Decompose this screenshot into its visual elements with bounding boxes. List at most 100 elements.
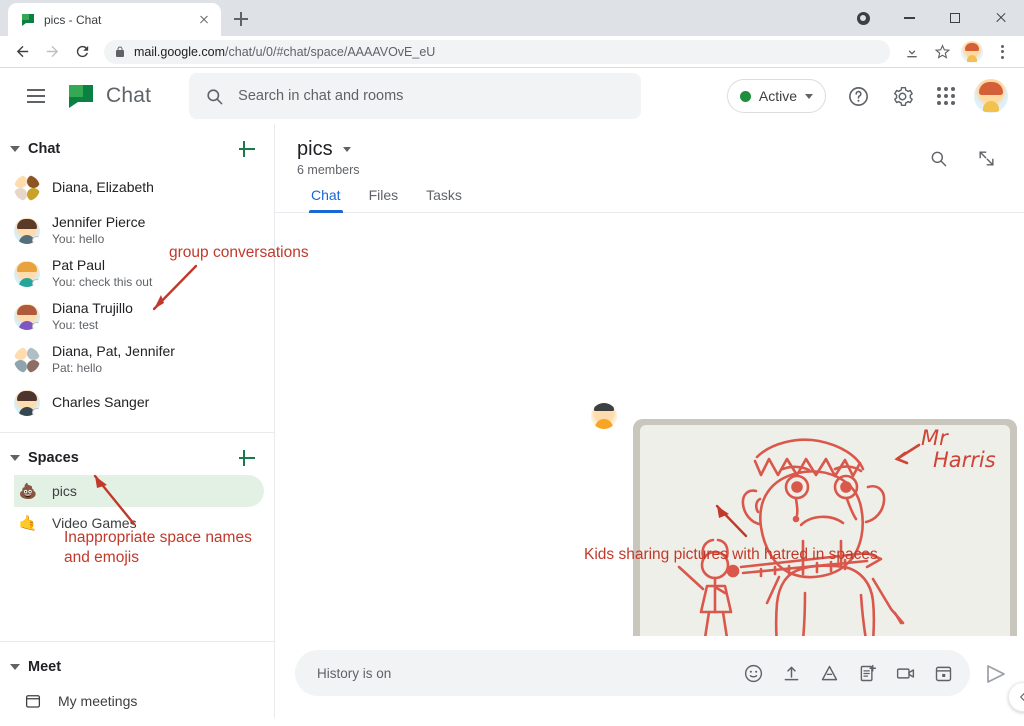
install-app-icon[interactable]	[898, 38, 926, 66]
upload-icon[interactable]	[780, 662, 802, 684]
sidebar-divider-bottom	[0, 641, 274, 642]
new-space-button[interactable]	[236, 447, 258, 469]
conversation-name: Diana, Elizabeth	[52, 179, 262, 196]
spaces-section-title: Spaces	[28, 450, 79, 466]
forward-button[interactable]	[38, 38, 66, 66]
main-menu-icon[interactable]	[16, 76, 56, 116]
sidebar: Chat Diana, Elizabeth Jennifer Pierce Yo…	[0, 124, 275, 718]
record-indicator-icon	[840, 2, 886, 34]
whiteboard-drawing-image[interactable]: Mr Harris	[633, 419, 1017, 636]
collapse-meet-icon[interactable]	[10, 664, 20, 670]
browser-toolbar: mail.google.com/chat/u/0/#chat/space/AAA…	[0, 36, 1024, 68]
calendar-icon	[24, 692, 42, 710]
sidebar-item-my-meetings[interactable]: My meetings	[0, 684, 274, 718]
app-title: Chat	[106, 84, 151, 108]
send-message-button[interactable]	[984, 662, 1008, 686]
space-name: Video Games	[52, 515, 137, 531]
room-header: pics 6 members	[275, 124, 1024, 177]
conversation-name: Pat Paul	[52, 257, 262, 274]
app-body: Chat Diana, Elizabeth Jennifer Pierce Yo…	[0, 124, 1024, 718]
tab-files[interactable]: Files	[355, 187, 413, 212]
video-icon[interactable]	[894, 662, 916, 684]
chat-section-title: Chat	[28, 141, 60, 157]
conversation-name: Diana, Pat, Jennifer	[52, 343, 262, 360]
collapse-panel-button[interactable]	[966, 138, 1006, 178]
avatar	[591, 403, 617, 429]
browser-window: pics - Chat mail.google.com/chat/u/0/#ch…	[0, 0, 1024, 726]
search-icon	[929, 149, 948, 168]
address-bar[interactable]: mail.google.com/chat/u/0/#chat/space/AAA…	[104, 40, 890, 64]
room-search-button[interactable]	[918, 138, 958, 178]
avatar	[14, 304, 40, 330]
close-window-button[interactable]	[978, 2, 1024, 34]
browser-tab[interactable]: pics - Chat	[8, 3, 221, 36]
sidebar-conversation-diana-pat-jennifer[interactable]: Diana, Pat, Jennifer Pat: hello	[0, 338, 274, 381]
conversation-name: Diana Trujillo	[52, 300, 262, 317]
apps-grid-icon	[937, 87, 955, 105]
browser-tab-title: pics - Chat	[44, 13, 187, 27]
calendar-icon[interactable]	[932, 662, 954, 684]
reload-button[interactable]	[68, 38, 96, 66]
chat-section-header[interactable]: Chat	[0, 132, 274, 166]
search-placeholder: Search in chat and rooms	[238, 88, 403, 104]
drive-icon[interactable]	[818, 662, 840, 684]
message-input[interactable]: History is on	[295, 650, 970, 696]
settings-button[interactable]	[882, 76, 922, 116]
help-button[interactable]	[838, 76, 878, 116]
compose-actions	[742, 662, 954, 684]
browser-titlebar: pics - Chat	[0, 0, 1024, 36]
conversation-preview: You: hello	[52, 232, 262, 247]
sidebar-space-pics[interactable]: 💩 pics	[14, 475, 264, 507]
room-tabs: Chat Files Tasks	[275, 187, 1024, 213]
message-attachment: Mr Harris	[633, 419, 1017, 636]
window-controls	[840, 0, 1024, 36]
sidebar-conversation-diana-elizabeth[interactable]: Diana, Elizabeth	[0, 166, 274, 209]
lock-icon	[114, 46, 126, 58]
app-header-actions: Active	[727, 76, 1008, 116]
message-list: Mr Harris Pat Paul 26 min	[275, 213, 1024, 636]
new-tab-button[interactable]	[227, 5, 255, 33]
search-icon	[205, 87, 224, 106]
main-panel: pics 6 members Chat Files Tasks	[275, 124, 1024, 718]
svg-text:Mr: Mr	[921, 426, 949, 450]
sidebar-conversation-diana-trujillo[interactable]: Diana Trujillo You: test	[0, 295, 274, 338]
back-button[interactable]	[8, 38, 36, 66]
room-member-count: 6 members	[297, 163, 1004, 177]
google-apps-button[interactable]	[926, 76, 966, 116]
maximize-window-button[interactable]	[932, 2, 978, 34]
new-chat-button[interactable]	[236, 138, 258, 160]
sidebar-space-video-games[interactable]: 🤙 Video Games	[14, 507, 264, 539]
help-icon	[847, 85, 870, 108]
address-bar-url: mail.google.com/chat/u/0/#chat/space/AAA…	[134, 45, 435, 59]
minimize-window-button[interactable]	[886, 2, 932, 34]
collapse-chat-icon[interactable]	[10, 146, 20, 152]
space-emoji-icon: 🤙	[18, 516, 38, 531]
expand-sidebar-button[interactable]	[1008, 682, 1024, 712]
tab-tasks[interactable]: Tasks	[412, 187, 476, 212]
presence-status-button[interactable]: Active	[727, 79, 826, 113]
tab-chat[interactable]: Chat	[297, 187, 355, 212]
close-tab-icon[interactable]	[195, 11, 213, 29]
room-menu-chevron-down-icon[interactable]	[343, 147, 351, 152]
browser-profile-avatar[interactable]	[958, 38, 986, 66]
meet-section-header[interactable]: Meet	[0, 650, 274, 684]
emoji-icon[interactable]	[742, 662, 764, 684]
sidebar-conversation-jennifer-pierce[interactable]: Jennifer Pierce You: hello	[0, 209, 274, 252]
spaces-section-header[interactable]: Spaces	[0, 441, 274, 475]
search-input[interactable]: Search in chat and rooms	[189, 73, 641, 119]
sidebar-divider	[0, 432, 274, 433]
room-title-row[interactable]: pics	[297, 138, 1004, 161]
doc-add-icon[interactable]	[856, 662, 878, 684]
browser-menu-button[interactable]	[988, 38, 1016, 66]
collapse-spaces-icon[interactable]	[10, 455, 20, 461]
compose-placeholder: History is on	[317, 666, 742, 681]
avatar	[14, 390, 40, 416]
compose-area: History is on	[275, 636, 1024, 718]
conversation-preview: Pat: hello	[52, 361, 262, 376]
account-avatar[interactable]	[974, 79, 1008, 113]
sidebar-conversation-charles-sanger[interactable]: Charles Sanger	[0, 381, 274, 424]
chevron-down-icon	[805, 94, 813, 99]
sidebar-conversation-pat-paul[interactable]: Pat Paul You: check this out	[0, 252, 274, 295]
bookmark-star-icon[interactable]	[928, 38, 956, 66]
drawing-svg: Mr Harris	[633, 419, 1017, 636]
